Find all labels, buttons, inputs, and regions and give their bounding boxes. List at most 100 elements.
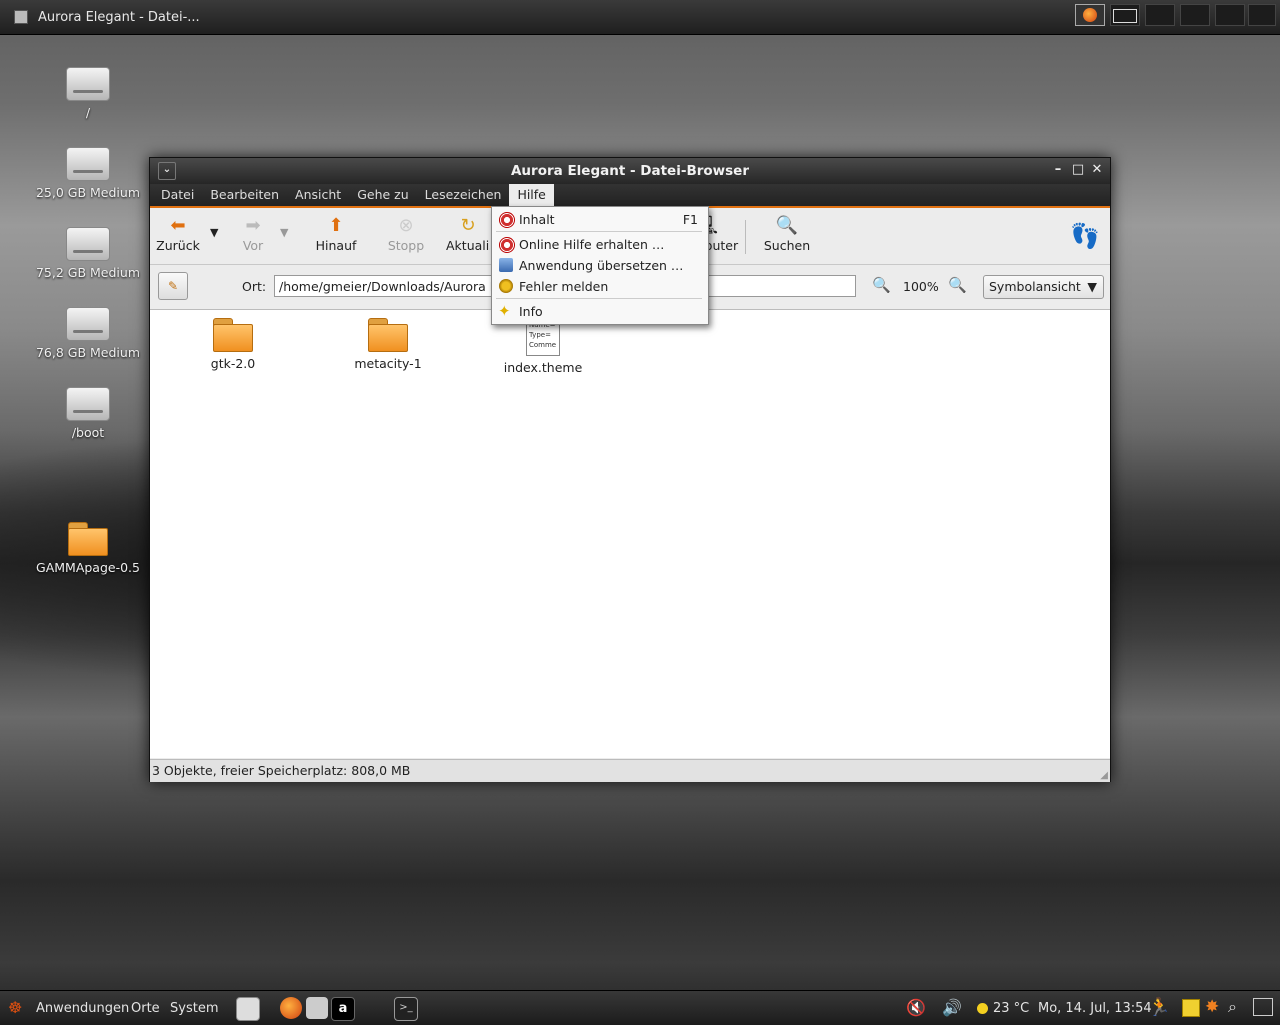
location-label: Ort: [242,279,267,294]
menu-datei[interactable]: Datei [153,184,202,206]
desktop-icon-medium-25[interactable]: 25,0 GB Medium [33,147,143,200]
file-browser-icon [14,10,28,24]
firefox-launcher[interactable] [280,997,302,1019]
applications-menu[interactable]: Anwendungen [36,1001,129,1016]
notes-icon[interactable] [1182,999,1200,1017]
folder-icon [68,522,108,556]
desktop-icon-label: /boot [71,425,105,440]
desktop-icon-boot[interactable]: /boot [33,387,143,440]
drive-icon [66,227,110,261]
forward-label: Vor [242,238,264,253]
close-button[interactable]: ✕ [1089,162,1105,178]
zoom-level[interactable]: 100% [903,279,939,294]
status-text: 3 Objekte, freier Speicherplatz: 808,0 M… [152,763,411,778]
menu-separator [496,298,702,299]
file-item-metacity[interactable]: metacity-1 [328,318,448,371]
menu-item-fehler-melden[interactable]: Fehler melden [492,276,708,296]
workspace-3[interactable] [1145,4,1175,26]
file-item-index-theme[interactable]: Name= Type= Comme index.theme [483,318,603,375]
desktop-icon-root[interactable]: / [33,67,143,120]
view-mode-value: Symbolansicht [989,279,1081,294]
anjuta-launcher[interactable]: a [331,997,355,1021]
search-icon[interactable]: ⌕ [1228,997,1237,1017]
search-label: Suchen [763,238,811,253]
window-titlebar[interactable]: ⌄ Aurora Elegant - Datei-Browser – □ ✕ [150,158,1110,184]
stop-icon: ⊗ [398,215,414,236]
up-button[interactable]: ⬆ Hinauf [310,214,362,253]
view-mode-select[interactable]: Symbolansicht ▼ [983,275,1104,299]
show-desktop-icon[interactable] [1253,998,1273,1016]
menu-item-online-hilfe[interactable]: Online Hilfe erhalten … [492,234,708,254]
volume-muted-icon[interactable]: 🔇 [906,998,926,1017]
back-history-dropdown[interactable]: ▼ [210,226,218,239]
menu-item-label: Online Hilfe erhalten … [519,237,665,252]
menu-item-label: Info [519,304,543,319]
toggle-location-entry-button[interactable]: ✎ [158,272,188,300]
taskbar-window-button[interactable]: Aurora Elegant - Datei-... [14,0,200,34]
up-arrow-icon: ⬆ [328,215,344,236]
preview-line: Type= [529,331,551,339]
running-man-icon[interactable]: 🏃 [1148,997,1170,1018]
desktop-icon-medium-76[interactable]: 76,8 GB Medium [33,307,143,360]
maximize-button[interactable]: □ [1070,162,1086,178]
workspace-6[interactable] [1248,4,1276,26]
binoculars-icon: 🔍 [775,215,799,236]
menu-ansicht[interactable]: Ansicht [287,184,349,206]
desktop-icon-gammapage[interactable]: GAMMApage-0.5 [33,522,143,575]
minimize-button[interactable]: – [1050,162,1066,178]
back-arrow-icon: ⬅ [170,215,186,236]
terminal-launcher[interactable]: >_ [394,997,418,1021]
stop-button[interactable]: ⊗ Stopp [384,214,428,253]
system-menu[interactable]: System [170,1001,218,1016]
menu-hilfe[interactable]: Hilfe [509,184,554,206]
folder-icon [368,318,408,352]
file-view[interactable]: gtk-2.0 metacity-1 Name= Type= Comme ind… [150,310,1110,758]
menu-item-label: Anwendung übersetzen … [519,258,684,273]
zoom-out-button[interactable]: 🔍 [872,276,892,296]
file-item-gtk[interactable]: gtk-2.0 [173,318,293,371]
desktop-icon-medium-75[interactable]: 75,2 GB Medium [33,227,143,280]
menu-separator [496,231,702,232]
system-monitor-launcher[interactable] [236,997,260,1021]
mail-launcher[interactable] [306,997,328,1019]
forward-arrow-icon: ➡ [245,215,261,236]
desktop-icon-label: GAMMApage-0.5 [36,560,140,575]
stop-label: Stopp [387,238,425,253]
resize-grip-icon[interactable]: ◢ [1100,770,1108,781]
weather-temperature[interactable]: 23 °C [993,1001,1029,1016]
zoom-out-icon: 🔍 [872,276,891,294]
toolbar-separator [745,220,746,254]
menu-item-uebersetzen[interactable]: Anwendung übersetzen … [492,255,708,275]
forward-history-dropdown[interactable]: ▼ [280,226,288,239]
zoom-in-button[interactable]: 🔍 [948,276,968,296]
workspace-4[interactable] [1180,4,1210,26]
top-panel: Aurora Elegant - Datei-... [0,0,1280,35]
workspace-5[interactable] [1215,4,1245,26]
up-label: Hinauf [315,238,357,253]
desktop-icon-label: 76,8 GB Medium [35,345,141,360]
desktop-icon-label: 25,0 GB Medium [35,185,141,200]
ubuntu-logo-icon: ☸ [8,998,23,1017]
menu-gehe-zu[interactable]: Gehe zu [349,184,416,206]
menu-item-inhalt[interactable]: Inhalt F1 [492,209,708,229]
workspace-2[interactable] [1110,4,1140,26]
volume-icon[interactable]: 🔊 [942,998,962,1017]
file-name: gtk-2.0 [210,356,256,371]
clock[interactable]: Mo, 14. Jul, 13:54 [1038,1001,1152,1016]
back-button[interactable]: ⬅ Zurück [156,214,200,253]
update-notifier-icon[interactable]: ✸ [1205,997,1219,1017]
menubar: Datei Bearbeiten Ansicht Gehe zu Lesezei… [150,184,1110,208]
menu-lesezeichen[interactable]: Lesezeichen [417,184,510,206]
menu-item-accelerator: F1 [682,212,698,227]
menu-item-info[interactable]: ✦ Info [492,301,708,321]
reload-button[interactable]: ↻ Aktualisieren [446,214,490,253]
search-button[interactable]: 🔍 Suchen [762,214,812,253]
forward-button[interactable]: ➡ Vor [236,214,270,253]
places-menu[interactable]: Orte [131,1001,160,1016]
desktop-icon-label: / [85,105,91,120]
drive-icon [66,147,110,181]
bottom-panel: ☸ Anwendungen Orte System a >_ 🔇 🔊 23 °C… [0,990,1280,1025]
taskbar-window-title: Aurora Elegant - Datei-... [38,9,200,25]
workspace-1[interactable] [1075,4,1105,26]
menu-bearbeiten[interactable]: Bearbeiten [202,184,287,206]
